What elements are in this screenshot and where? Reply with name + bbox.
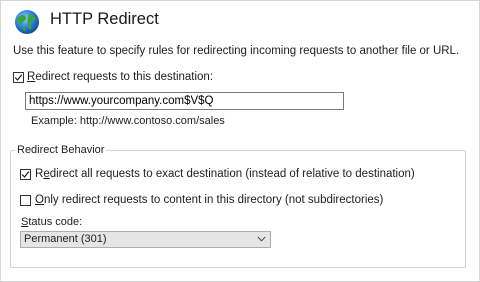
redirect-requests-label: Redirect requests to this destination:	[27, 71, 214, 83]
destination-url-input[interactable]	[25, 92, 344, 110]
status-code-select[interactable]: Permanent (301)	[20, 231, 271, 248]
destination-example: Example: http://www.contoso.com/sales	[31, 115, 225, 127]
page-title: HTTP Redirect	[50, 10, 159, 28]
redirect-behavior-legend: Redirect Behavior	[15, 144, 107, 156]
exact-destination-checkbox[interactable]	[20, 169, 31, 180]
checkmark-icon	[21, 171, 30, 178]
exact-destination-label: Redirect all requests to exact destinati…	[35, 168, 415, 180]
http-redirect-panel: HTTP Redirect Use this feature to specif…	[0, 0, 480, 282]
redirect-requests-checkbox[interactable]	[13, 72, 24, 83]
checkmark-icon	[14, 74, 23, 81]
only-this-directory-label: Only redirect requests to content in thi…	[35, 194, 384, 206]
status-code-value: Permanent (301)	[24, 233, 107, 245]
chevron-down-icon	[257, 236, 266, 242]
only-this-directory-checkbox[interactable]	[20, 195, 31, 206]
feature-description: Use this feature to specify rules for re…	[13, 45, 460, 57]
status-code-label: Status code:	[21, 216, 83, 228]
globe-icon	[15, 10, 39, 34]
